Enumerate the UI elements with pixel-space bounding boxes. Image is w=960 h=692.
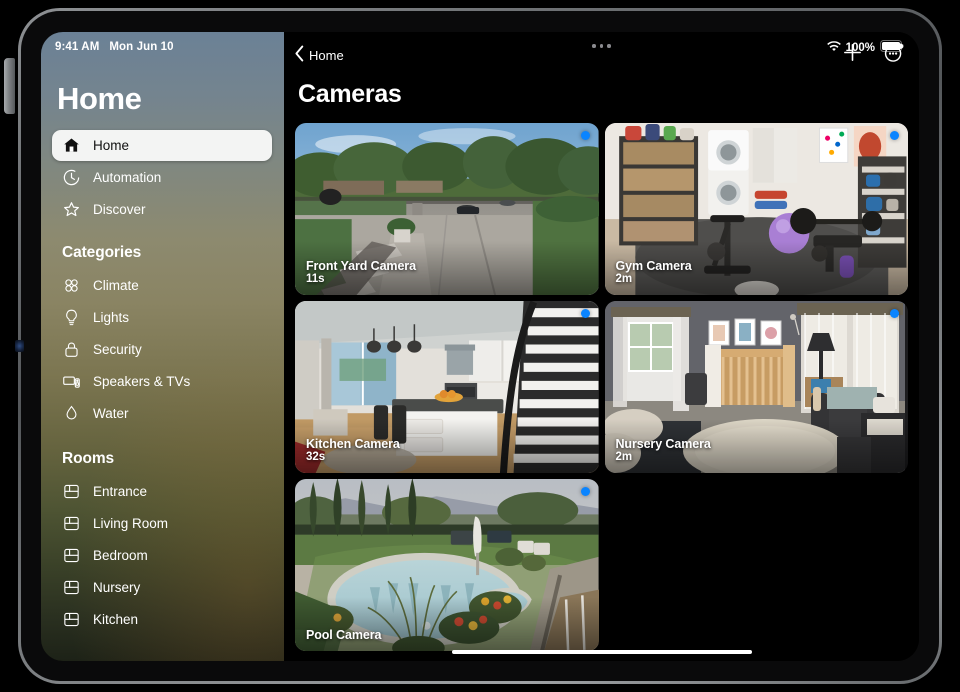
room-icon [62, 610, 81, 629]
water-drop-icon [62, 404, 81, 423]
sidebar-item-security[interactable]: Security [52, 334, 272, 365]
clock-automation-icon [62, 168, 81, 187]
live-indicator-dot [581, 487, 590, 496]
sidebar-item-label: Discover [93, 202, 146, 217]
sidebar-item-label: Automation [93, 170, 161, 185]
live-indicator-dot [581, 131, 590, 140]
device-screen: 9:41 AM Mon Jun 10 Home Home [41, 32, 919, 661]
camera-name: Pool Camera [306, 628, 381, 643]
sidebar-item-living-room[interactable]: Living Room [52, 508, 272, 539]
room-icon [62, 578, 81, 597]
camera-tile-nursery[interactable]: Nursery Camera 2m [605, 301, 909, 473]
sidebar-item-label: Lights [93, 310, 129, 325]
volume-button[interactable] [4, 58, 15, 114]
camera-timestamp: 2m [616, 273, 692, 287]
camera-tile-kitchen[interactable]: Kitchen Camera 32s [295, 301, 599, 473]
sidebar-item-label: Living Room [93, 516, 168, 531]
sidebar-item-label: Security [93, 342, 142, 357]
room-icon [62, 482, 81, 501]
house-icon [62, 136, 81, 155]
page-title: Cameras [284, 78, 919, 123]
camera-tile-front-yard[interactable]: Front Yard Camera 11s [295, 123, 599, 295]
sidebar-item-home[interactable]: Home [52, 130, 272, 161]
camera-timestamp: 2m [616, 451, 711, 465]
toolbar: Home [284, 32, 919, 78]
status-time: 9:41 AM [55, 41, 99, 53]
room-icon [62, 514, 81, 533]
sidebar-item-kitchen[interactable]: Kitchen [52, 604, 272, 635]
sidebar-item-speakers-tvs[interactable]: Speakers & TVs [52, 366, 272, 397]
sidebar-item-label: Nursery [93, 580, 140, 595]
live-indicator-dot [581, 309, 590, 318]
lock-icon [62, 340, 81, 359]
sidebar-item-nursery[interactable]: Nursery [52, 572, 272, 603]
sidebar-item-bedroom[interactable]: Bedroom [52, 540, 272, 571]
fan-icon [62, 276, 81, 295]
camera-grid: Front Yard Camera 11s [284, 123, 919, 651]
sidebar-item-label: Speakers & TVs [93, 374, 190, 389]
speaker-tv-icon [62, 372, 81, 391]
camera-tile-pool[interactable]: Pool Camera [295, 479, 599, 651]
camera-timestamp: 32s [306, 451, 400, 465]
sidebar-item-label: Home [93, 138, 129, 153]
chevron-left-icon [294, 45, 305, 65]
sidebar-item-label: Water [93, 406, 129, 421]
sidebar-item-entrance[interactable]: Entrance [52, 476, 272, 507]
star-icon [62, 200, 81, 219]
sidebar-item-label: Climate [93, 278, 139, 293]
status-bar-left: 9:41 AM Mon Jun 10 [41, 32, 284, 53]
sidebar-item-label: Entrance [93, 484, 147, 499]
room-icon [62, 546, 81, 565]
camera-name: Kitchen Camera [306, 437, 400, 452]
sidebar-item-water[interactable]: Water [52, 398, 272, 429]
sidebar-title: Home [41, 53, 284, 129]
sidebar-item-label: Bedroom [93, 548, 148, 563]
status-date: Mon Jun 10 [109, 41, 173, 53]
main-content: 100% Home [284, 32, 919, 661]
camera-timestamp: 11s [306, 273, 416, 287]
sidebar-item-discover[interactable]: Discover [52, 194, 272, 225]
categories-heading: Categories [41, 226, 284, 269]
sidebar-item-climate[interactable]: Climate [52, 270, 272, 301]
live-indicator-dot [890, 309, 899, 318]
sidebar-item-automation[interactable]: Automation [52, 162, 272, 193]
back-button-label: Home [309, 48, 344, 63]
camera-tile-gym[interactable]: Gym Camera 2m [605, 123, 909, 295]
camera-label: Front Yard Camera 11s [306, 259, 416, 287]
lightbulb-icon [62, 308, 81, 327]
add-button[interactable] [842, 42, 863, 68]
rooms-heading: Rooms [41, 430, 284, 475]
sidebar-item-label: Kitchen [93, 612, 138, 627]
camera-label: Pool Camera [306, 628, 381, 643]
camera-name: Nursery Camera [616, 437, 711, 452]
sidebar-item-lights[interactable]: Lights [52, 302, 272, 333]
back-button[interactable]: Home [294, 45, 344, 65]
side-indicator-dot [15, 340, 24, 352]
sidebar: 9:41 AM Mon Jun 10 Home Home [41, 32, 284, 661]
more-options-button[interactable] [883, 42, 905, 69]
live-indicator-dot [890, 131, 899, 140]
home-indicator[interactable] [452, 650, 752, 655]
camera-label: Kitchen Camera 32s [306, 437, 400, 465]
camera-name: Front Yard Camera [306, 259, 416, 274]
toolbar-actions [842, 42, 905, 69]
camera-label: Nursery Camera 2m [616, 437, 711, 465]
camera-name: Gym Camera [616, 259, 692, 274]
camera-label: Gym Camera 2m [616, 259, 692, 287]
